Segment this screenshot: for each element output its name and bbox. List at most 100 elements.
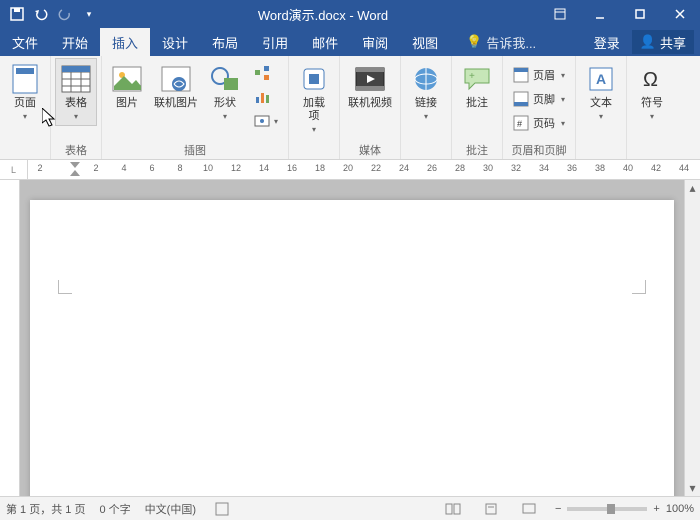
group-label-comments: 批注 [456, 141, 498, 159]
svg-text:#: # [517, 119, 522, 129]
group-tables: 表格▾ 表格 [51, 56, 102, 159]
group-comments: + 批注 批注 [452, 56, 503, 159]
text-button[interactable]: A 文本▾ [580, 58, 622, 126]
comment-button[interactable]: + 批注 [456, 58, 498, 115]
status-language[interactable]: 中文(中国) [145, 501, 196, 517]
tab-view[interactable]: 视图 [400, 28, 450, 56]
status-page[interactable]: 第 1 页，共 1 页 [6, 501, 85, 517]
online-video-button[interactable]: 联机视频 [344, 58, 396, 115]
zoom-slider[interactable] [567, 507, 647, 511]
shapes-button[interactable]: 形状▾ [204, 58, 246, 126]
bulb-icon: 💡 [466, 34, 482, 50]
tab-file[interactable]: 文件 [0, 28, 50, 56]
view-print-button[interactable] [479, 499, 503, 519]
header-icon [513, 67, 529, 83]
undo-button[interactable] [30, 3, 52, 25]
zoom-controls: − + 100% [555, 503, 694, 515]
vertical-scrollbar[interactable]: ▴ ▾ [684, 180, 700, 496]
margin-corner-tr [632, 280, 646, 294]
chart-icon [254, 89, 270, 105]
document-area: ▴ ▾ [0, 180, 700, 496]
picture-button[interactable]: 图片 [106, 58, 148, 115]
symbol-icon: Ω [636, 63, 668, 95]
svg-text:Ω: Ω [643, 69, 658, 91]
ribbon: 页面▾ 表格▾ 表格 图片 联机图片 形状▾ [0, 56, 700, 160]
tab-review[interactable]: 审阅 [350, 28, 400, 56]
close-button[interactable] [660, 0, 700, 28]
view-web-button[interactable] [517, 499, 541, 519]
maximize-button[interactable] [620, 0, 660, 28]
page-icon [9, 63, 41, 95]
table-icon [60, 63, 92, 95]
online-picture-icon [160, 63, 192, 95]
zoom-in-button[interactable]: + [653, 503, 659, 515]
status-macro-icon[interactable] [210, 499, 234, 519]
group-header-footer: 页眉▾ 页脚▾ #页码▾ 页眉和页脚 [503, 56, 576, 159]
scroll-up-button[interactable]: ▴ [685, 180, 700, 196]
comment-icon: + [461, 63, 493, 95]
horizontal-ruler[interactable]: 2246810121416182022242628303234363840424… [28, 160, 700, 179]
tab-layout[interactable]: 布局 [200, 28, 250, 56]
group-media: 联机视频 媒体 [340, 56, 401, 159]
group-symbols: Ω 符号▾ [627, 56, 677, 159]
group-label-headerfooter: 页眉和页脚 [507, 141, 571, 159]
margin-corner-tl [58, 280, 72, 294]
video-icon [354, 63, 386, 95]
textbox-icon: A [585, 63, 617, 95]
footer-icon [513, 91, 529, 107]
svg-text:A: A [596, 71, 606, 87]
ruler-corner[interactable]: L [0, 160, 28, 179]
page-number-icon: # [513, 115, 529, 131]
links-button[interactable]: 链接▾ [405, 58, 447, 126]
share-icon: 👤 [640, 34, 656, 50]
ribbon-options-button[interactable] [540, 0, 580, 28]
tab-references[interactable]: 引用 [250, 28, 300, 56]
ribbon-tabs: 文件 开始 插入 设计 布局 引用 邮件 审阅 视图 💡告诉我... 登录 👤共… [0, 28, 700, 56]
title-bar: ▾ Word演示.docx - Word [0, 0, 700, 28]
group-illustrations: 图片 联机图片 形状▾ ▾ 插图 [102, 56, 289, 159]
addins-button[interactable]: 加载 项▾ [293, 58, 335, 139]
group-pages: 页面▾ [0, 56, 51, 159]
tab-design[interactable]: 设计 [150, 28, 200, 56]
document-page[interactable] [30, 200, 674, 496]
zoom-out-button[interactable]: − [555, 503, 561, 515]
page-viewport[interactable] [20, 180, 684, 496]
link-icon [410, 63, 442, 95]
svg-text:+: + [469, 71, 475, 82]
table-button[interactable]: 表格▾ [55, 58, 97, 126]
online-picture-button[interactable]: 联机图片 [150, 58, 202, 115]
smartart-icon [254, 65, 270, 81]
group-label-illustrations: 插图 [106, 141, 284, 159]
save-button[interactable] [6, 3, 28, 25]
page-number-button[interactable]: #页码▾ [509, 112, 569, 134]
window-controls [540, 0, 700, 28]
login-link[interactable]: 登录 [586, 33, 628, 52]
tab-insert[interactable]: 插入 [100, 28, 150, 56]
header-button[interactable]: 页眉▾ [509, 64, 569, 86]
indent-marker[interactable] [70, 162, 80, 176]
qat-customize[interactable]: ▾ [78, 3, 100, 25]
scroll-down-button[interactable]: ▾ [685, 480, 700, 496]
addins-icon [298, 63, 330, 95]
picture-icon [111, 63, 143, 95]
share-button[interactable]: 👤共享 [632, 30, 694, 54]
smartart-button[interactable] [250, 62, 282, 84]
shapes-icon [209, 63, 241, 95]
tab-mail[interactable]: 邮件 [300, 28, 350, 56]
cover-page-button[interactable]: 页面▾ [4, 58, 46, 126]
group-text: A 文本▾ [576, 56, 627, 159]
redo-button[interactable] [54, 3, 76, 25]
vertical-ruler[interactable] [0, 180, 20, 496]
tell-me-search[interactable]: 💡告诉我... [450, 33, 586, 52]
tab-home[interactable]: 开始 [50, 28, 100, 56]
minimize-button[interactable] [580, 0, 620, 28]
footer-button[interactable]: 页脚▾ [509, 88, 569, 110]
status-word-count[interactable]: 0 个字 [99, 501, 130, 517]
screenshot-icon [254, 113, 270, 129]
zoom-level[interactable]: 100% [666, 503, 694, 515]
chart-button[interactable] [250, 86, 282, 108]
view-read-button[interactable] [441, 499, 465, 519]
symbols-button[interactable]: Ω 符号▾ [631, 58, 673, 126]
group-links: 链接▾ [401, 56, 452, 159]
screenshot-button[interactable]: ▾ [250, 110, 282, 132]
